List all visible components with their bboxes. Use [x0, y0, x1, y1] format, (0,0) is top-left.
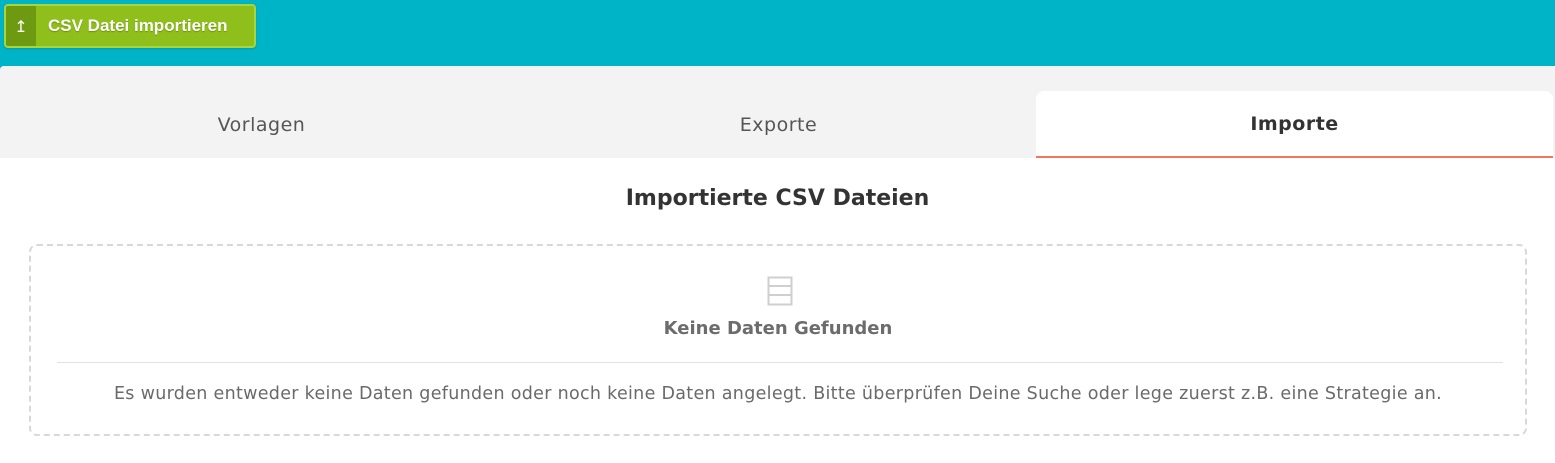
empty-state-message: Es wurden entweder keine Daten gefunden …	[113, 384, 1443, 404]
import-csv-button-label: CSV Datei importieren	[48, 16, 228, 35]
empty-state: Keine Daten Gefunden Es wurden entweder …	[29, 244, 1527, 436]
empty-state-title: Keine Daten Gefunden	[663, 318, 893, 339]
import-csv-button[interactable]: ↥ CSV Datei importieren	[4, 4, 256, 48]
tab-bar: Vorlagen Exporte Importe	[0, 66, 1555, 158]
tab-importe[interactable]: Importe	[1036, 91, 1553, 158]
top-bar: ↥ CSV Datei importieren	[0, 0, 1555, 66]
main-panel: Vorlagen Exporte Importe Importierte CSV…	[0, 66, 1555, 463]
tab-content: Importierte CSV Dateien Keine Daten Gefu…	[3, 158, 1552, 458]
table-icon	[767, 276, 793, 306]
upload-icon: ↥	[6, 6, 36, 46]
tab-exporte[interactable]: Exporte	[520, 91, 1037, 158]
divider	[57, 362, 1503, 363]
tab-vorlagen[interactable]: Vorlagen	[3, 91, 520, 158]
section-title: Importierte CSV Dateien	[625, 186, 930, 211]
